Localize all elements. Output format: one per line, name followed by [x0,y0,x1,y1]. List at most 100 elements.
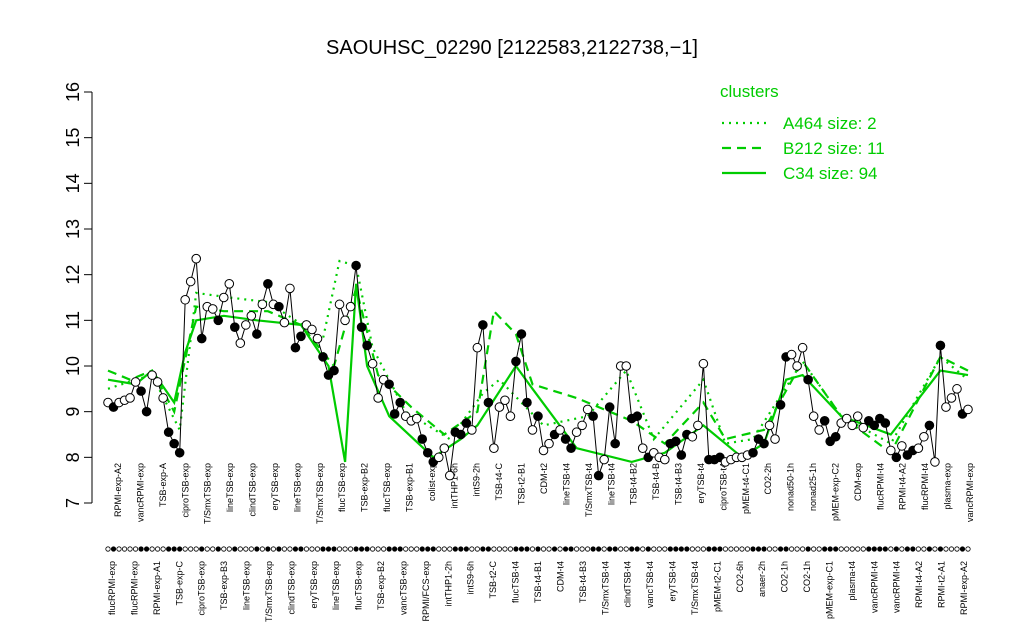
x-tick-label: vancRPMI-t4 [869,561,879,613]
x-tick-label: clindTSB-exp [286,561,296,615]
data-point [808,411,819,422]
x-tick-label: T/SmxTSB-t4 [584,463,594,517]
data-point [136,386,146,396]
data-point [307,324,317,335]
rug-point [507,546,514,552]
data-point [185,276,196,287]
rug-point [667,546,673,552]
x-tick-label: vancRPMI-t4 [892,561,902,613]
rug-point [419,546,425,552]
data-point [439,443,450,454]
rug-point [596,546,602,552]
data-point [362,340,372,351]
legend-entry-label: C34 size: 94 [783,164,878,183]
y-tick-label: 10 [63,356,83,376]
rug-point [706,546,712,552]
x-tick-label: RPMI-exp-A2 [113,463,123,517]
x-tick-label: TSB-t4-B2 [629,463,639,505]
data-point [329,365,339,376]
x-tick-label: lineTSB-exp [242,561,252,610]
rug-point [910,546,916,552]
rug-point [866,546,872,552]
data-point [207,304,218,314]
rug-point [904,546,910,552]
data-point [941,402,951,412]
rug-point [364,546,370,552]
x-tick-label: TSB-exp-B2 [376,561,386,610]
y-tick-label: 7 [63,498,83,508]
data-point [659,454,670,465]
rug-point [287,546,293,552]
rug-point [601,546,607,552]
x-tick-label: T/SmxTSB-t4 [600,561,610,615]
data-point [935,340,946,351]
rug-point [331,546,337,552]
rug-point [524,546,530,552]
data-point [467,425,477,435]
rug-point [199,546,205,552]
x-tick-label: RPMI/FCS-exp [421,561,431,622]
x-tick-label: eryTSB-t4 [696,463,706,504]
data-point [588,411,598,422]
data-point [913,443,924,454]
data-point [191,253,202,264]
x-tick-label: T/SmxTSB-t4 [690,561,700,615]
x-tick-label: CDM-t4 [555,561,565,592]
x-tick-label: flucTSB-exp [354,561,364,610]
data-point [384,379,394,390]
rug-point [281,546,288,552]
x-tick-label: TSB-t2-C [488,561,498,599]
data-point [235,338,246,348]
rug-point [149,546,155,552]
rug-point [485,546,491,552]
data-point [511,356,521,367]
data-point [952,384,962,394]
data-point [819,416,830,426]
x-tick-label: plasma-t4 [847,561,857,601]
x-tick-label: vancRPMI-exp [965,463,975,522]
data-point [290,342,301,353]
x-tick-label: nonad50-1h [786,463,796,511]
rug-point [788,546,795,552]
data-point [158,393,168,403]
data-point [814,425,824,435]
rug-point [414,546,420,552]
x-tick-label: ciproTSB-t4 [718,463,728,511]
rug-point [656,546,662,552]
data-point [163,427,174,438]
data-point [604,402,615,412]
rug-point [193,546,199,552]
x-tick-label: pMEM-exp-C2 [830,463,840,521]
rug-point [375,546,381,552]
data-point [500,395,510,406]
data-point [897,441,907,451]
x-tick-label: TSB-t4-B3 [674,463,684,505]
data-point [141,406,152,417]
rug-point [408,546,414,552]
data-point [367,358,378,369]
rug-point [585,546,591,552]
data-point [312,333,323,344]
rug-point [777,546,784,552]
data-point [852,411,863,422]
rug-point [182,546,188,552]
data-point [246,310,257,321]
rug-point [529,546,536,552]
rug-point [733,546,740,552]
data-point [566,443,576,454]
x-tick-label: lineTSB-exp [292,463,302,512]
data-point [229,322,240,332]
y-tick-label: 12 [63,265,83,285]
rug-point [447,546,453,552]
data-point [544,438,554,449]
rug-point [474,546,480,552]
rug-point [160,546,166,552]
data-point [285,283,295,294]
rug-point [425,546,431,552]
rug-point [948,546,955,552]
rug-point [276,546,282,552]
rug-point [116,546,122,552]
x-tick-label: ciproTSB-exp [197,561,207,616]
rug-point [739,546,745,552]
rug-point [110,546,117,552]
